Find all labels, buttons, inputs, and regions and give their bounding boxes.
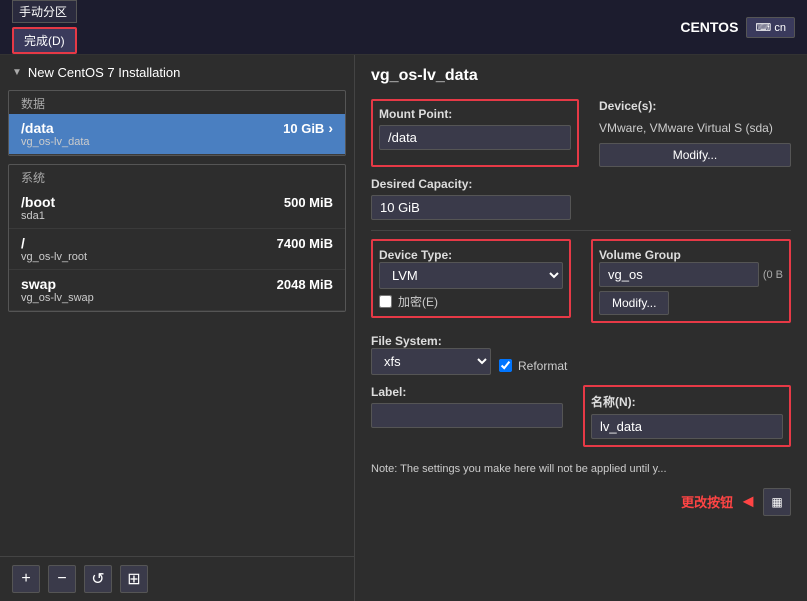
devices-group: Device(s): VMware, VMware Virtual S (sda… — [599, 99, 791, 167]
partition-size-root: 7400 MiB — [277, 236, 333, 251]
devices-label: Device(s): — [599, 99, 791, 113]
mount-point-group: Mount Point: — [371, 99, 579, 167]
vg-row: (0 B — [599, 262, 783, 287]
encrypt-label: 加密(E) — [398, 293, 438, 310]
encrypt-row: 加密(E) — [379, 293, 563, 310]
partition-vg-root: vg_os-lv_root — [21, 251, 333, 263]
triangle-icon: ▼ — [12, 67, 22, 78]
system-section-group: 系统 /boot 500 MiB sda1 / 7400 MiB vg_os-l… — [8, 164, 346, 312]
name-group: 名称(N): — [583, 385, 791, 447]
keyboard-button[interactable]: ⌨ cn — [746, 17, 795, 38]
vg-size-hint: (0 B — [763, 269, 783, 281]
partition-item-root[interactable]: / 7400 MiB vg_os-lv_root — [9, 229, 345, 270]
partition-size-swap: 2048 MiB — [277, 277, 333, 292]
right-panel: vg_os-lv_data Mount Point: Device(s): VM… — [355, 55, 807, 601]
partition-size-data: 10 GiB › — [283, 120, 333, 136]
main-content: ▼ New CentOS 7 Installation 数据 /data 10 … — [0, 55, 807, 601]
installation-title-text: New CentOS 7 Installation — [28, 65, 180, 80]
device-type-select[interactable]: LVM Standard Partition RAID — [379, 262, 563, 289]
reformat-row: Reformat — [499, 359, 567, 373]
note-text: Note: The settings you make here will no… — [371, 461, 791, 478]
remove-button[interactable]: − — [48, 565, 76, 593]
devices-value: VMware, VMware Virtual S (sda) — [599, 121, 791, 135]
section-system-label: 系统 — [9, 165, 345, 188]
chevron-right-icon: › — [328, 120, 333, 136]
mount-point-label: Mount Point: — [379, 107, 571, 121]
volume-group-label: Volume Group — [599, 248, 681, 262]
modify-button-1[interactable]: Modify... — [599, 143, 791, 167]
partition-item-boot[interactable]: /boot 500 MiB sda1 — [9, 188, 345, 229]
filesystem-select[interactable]: xfs ext4 ext3 ext2 swap — [371, 348, 491, 375]
keyboard-icon: ⌨ — [755, 22, 771, 34]
partition-item-swap[interactable]: swap 2048 MiB vg_os-lv_swap — [9, 270, 345, 311]
desired-capacity-input[interactable] — [371, 195, 571, 220]
desired-capacity-group: Desired Capacity: — [371, 177, 571, 220]
device-type-label: Device Type: — [379, 248, 452, 262]
top-bar: 手动分区 完成(D) CENTOS ⌨ cn — [0, 0, 807, 55]
encrypt-checkbox[interactable] — [379, 295, 392, 308]
partition-name-root: / — [21, 235, 25, 251]
modify-button-2[interactable]: Modify... — [599, 291, 669, 315]
section-data-label: 数据 — [9, 91, 345, 114]
name-label: 名称(N): — [591, 393, 783, 410]
annotation-btn-preview: ▦ — [763, 488, 791, 516]
done-button[interactable]: 完成(D) — [12, 27, 77, 54]
annotation-text: 更改按钮 — [681, 492, 733, 511]
mount-point-input[interactable] — [379, 125, 571, 150]
partition-vg-swap: vg_os-lv_swap — [21, 292, 333, 304]
label-group: Label: — [371, 385, 563, 447]
partition-vg-data: vg_os-lv_data — [21, 136, 333, 148]
reformat-label: Reformat — [518, 359, 567, 373]
reformat-checkbox[interactable] — [499, 359, 512, 372]
partition-name-swap: swap — [21, 276, 56, 292]
top-left: 手动分区 完成(D) — [12, 0, 77, 54]
name-input[interactable] — [591, 414, 783, 439]
installation-title: ▼ New CentOS 7 Installation — [0, 55, 354, 86]
partition-size-boot: 500 MiB — [284, 195, 333, 210]
grid-button[interactable]: ⊞ — [120, 565, 148, 593]
data-section-group: 数据 /data 10 GiB › vg_os-lv_data — [8, 90, 346, 156]
filesystem-label: File System: — [371, 334, 442, 348]
label-label: Label: — [371, 385, 563, 399]
bottom-bar: + − ↺ ⊞ — [0, 556, 354, 601]
partition-name-data: /data — [21, 120, 54, 136]
top-right: CENTOS ⌨ cn — [680, 17, 795, 38]
volume-group-input[interactable] — [599, 262, 759, 287]
left-panel: ▼ New CentOS 7 Installation 数据 /data 10 … — [0, 55, 355, 601]
partition-name-boot: /boot — [21, 194, 55, 210]
right-title: vg_os-lv_data — [371, 67, 791, 85]
device-type-group: Device Type: LVM Standard Partition RAID… — [371, 239, 571, 318]
partition-vg-boot: sda1 — [21, 210, 333, 222]
desired-capacity-label: Desired Capacity: — [371, 177, 571, 191]
keyboard-lang: cn — [774, 22, 786, 34]
refresh-button[interactable]: ↺ — [84, 565, 112, 593]
filesystem-row: xfs ext4 ext3 ext2 swap Reformat — [371, 348, 791, 375]
volume-group-group: Volume Group (0 B Modify... — [591, 239, 791, 323]
manual-partition-label: 手动分区 — [12, 0, 77, 23]
annotation-arrow-icon: ◄ — [739, 491, 757, 512]
centos-label: CENTOS — [680, 19, 738, 35]
divider — [371, 230, 791, 231]
label-input[interactable] — [371, 403, 563, 428]
partition-item-data[interactable]: /data 10 GiB › vg_os-lv_data — [9, 114, 345, 155]
add-button[interactable]: + — [12, 565, 40, 593]
